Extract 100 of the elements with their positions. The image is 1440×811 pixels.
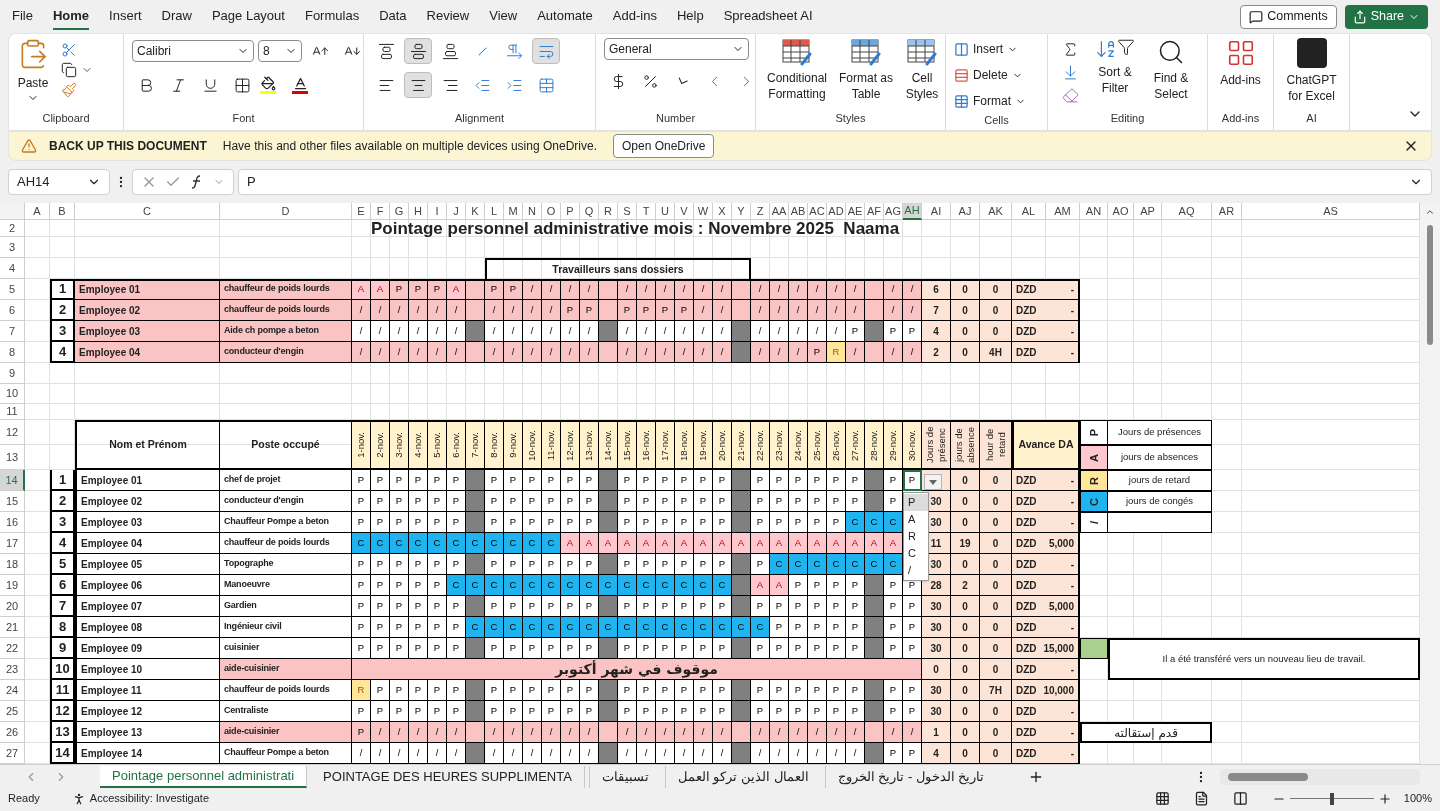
column-header[interactable]: AQ [1162,203,1212,220]
font-family-select[interactable]: Calibri [132,40,254,62]
comments-button[interactable]: Comments [1240,4,1337,29]
number-format-select[interactable]: General [604,38,749,60]
column-header[interactable]: Q [580,203,599,220]
ribbon-button[interactable]: Sort & Filter [1092,38,1138,107]
ribbon-button[interactable]: Add-ins [1216,38,1265,88]
row-header[interactable]: 24 [0,680,25,701]
column-header[interactable]: AG [884,203,903,220]
column-header[interactable]: S [618,203,637,220]
row-header[interactable]: 20 [0,596,25,617]
row-header[interactable]: 2 [0,220,25,237]
menu-tab[interactable]: Insert [109,3,142,30]
column-header[interactable]: D [220,203,352,220]
name-box[interactable]: AH14 [8,169,110,195]
row-header[interactable]: 16 [0,512,25,533]
row-header[interactable]: 22 [0,638,25,659]
row-header[interactable]: 9 [0,363,25,384]
column-header[interactable]: X [713,203,732,220]
row-header[interactable]: 15 [0,491,25,512]
row-header[interactable]: 27 [0,743,25,764]
sheet-tab[interactable]: POINTAGE DES HEURES SUPPLIMENTA [311,765,585,788]
sheet-tab[interactable]: تسبيقات [588,765,661,788]
menu-tab[interactable]: Spreadsheet AI [723,3,813,30]
row-header[interactable]: 5 [0,279,25,300]
column-header[interactable]: AO [1108,203,1134,220]
row-header[interactable]: 3 [0,237,25,258]
row-header[interactable]: 8 [0,342,25,363]
column-header[interactable]: A [25,203,50,220]
column-header[interactable]: U [656,203,675,220]
row-header[interactable]: 14 [0,470,25,491]
column-header[interactable]: Y [732,203,751,220]
column-header[interactable]: AF [865,203,884,220]
row-header[interactable]: 25 [0,701,25,722]
column-header[interactable]: R [599,203,618,220]
menu-tab[interactable]: View [489,3,518,30]
row-header[interactable]: 7 [0,321,25,342]
column-header[interactable]: AS [1242,203,1420,220]
column-header[interactable]: AP [1134,203,1162,220]
column-header[interactable]: AJ [951,203,980,220]
column-header[interactable]: B [50,203,75,220]
column-header[interactable]: K [466,203,485,220]
column-header[interactable]: AB [789,203,808,220]
cells-button[interactable]: Insert [954,38,1026,60]
row-header[interactable]: 4 [0,258,25,279]
column-header[interactable]: F [371,203,390,220]
menu-tab[interactable]: Add-ins [612,3,657,30]
menu-tab[interactable]: Page Layout [211,3,285,30]
menu-tab[interactable]: Review [426,3,470,30]
menu-tab[interactable]: Home [52,3,90,30]
column-header[interactable]: T [637,203,656,220]
row-header[interactable]: 13 [0,445,25,470]
menu-tab[interactable]: Formulas [304,3,360,30]
ribbon-button[interactable]: Find & Select [1146,38,1196,107]
ribbon-button[interactable]: Format as Table [838,38,894,102]
column-header[interactable]: AE [846,203,865,220]
column-header[interactable]: AA [770,203,789,220]
row-header[interactable]: 10 [0,384,25,404]
column-header[interactable]: E [352,203,371,220]
menu-tab[interactable]: File [12,3,33,30]
font-size-select[interactable]: 8 [258,40,302,62]
column-header[interactable]: O [542,203,561,220]
ribbon-button[interactable]: Conditional Formatting [764,38,830,102]
row-header[interactable]: 26 [0,722,25,743]
row-header[interactable]: 21 [0,617,25,638]
menu-tab[interactable]: Help [676,3,704,30]
menu-tab[interactable]: Automate [537,3,593,30]
formula-input[interactable]: P [238,169,1432,195]
menu-tab[interactable]: Data [379,3,407,30]
cells-button[interactable]: Format [954,90,1026,112]
row-header[interactable]: 23 [0,659,25,680]
row-header[interactable]: 11 [0,404,25,420]
row-header[interactable]: 12 [0,420,25,445]
column-header[interactable]: P [561,203,580,220]
column-header[interactable]: J [447,203,466,220]
column-header[interactable]: W [694,203,713,220]
row-header[interactable]: 17 [0,533,25,554]
column-header[interactable]: I [428,203,447,220]
column-header[interactable]: C [75,203,220,220]
column-header[interactable]: G [390,203,409,220]
ribbon-button[interactable]: ChatGPT for Excel [1282,38,1341,104]
row-header[interactable]: 19 [0,575,25,596]
ribbon-button[interactable]: Cell Styles [902,38,942,102]
column-header[interactable]: AN [1080,203,1108,220]
paste-button[interactable]: Paste [17,38,49,104]
column-header[interactable]: AI [922,203,951,220]
open-onedrive-button[interactable]: Open OneDrive [613,134,715,158]
column-header[interactable]: AL [1012,203,1046,220]
dropdown-option[interactable]: P [904,494,928,511]
column-header[interactable]: N [523,203,542,220]
sheet-tab[interactable]: العمال الذين تركو العمل [664,765,821,788]
sheet-tab[interactable]: Pointage personnel administrati [100,765,308,788]
column-header[interactable]: L [485,203,504,220]
column-header[interactable]: Z [751,203,770,220]
column-header[interactable]: H [409,203,428,220]
row-header[interactable]: 6 [0,300,25,321]
row-header[interactable]: 18 [0,554,25,575]
column-header[interactable]: AH [903,203,922,220]
column-header[interactable]: AM [1046,203,1080,220]
column-header[interactable]: AC [808,203,827,220]
